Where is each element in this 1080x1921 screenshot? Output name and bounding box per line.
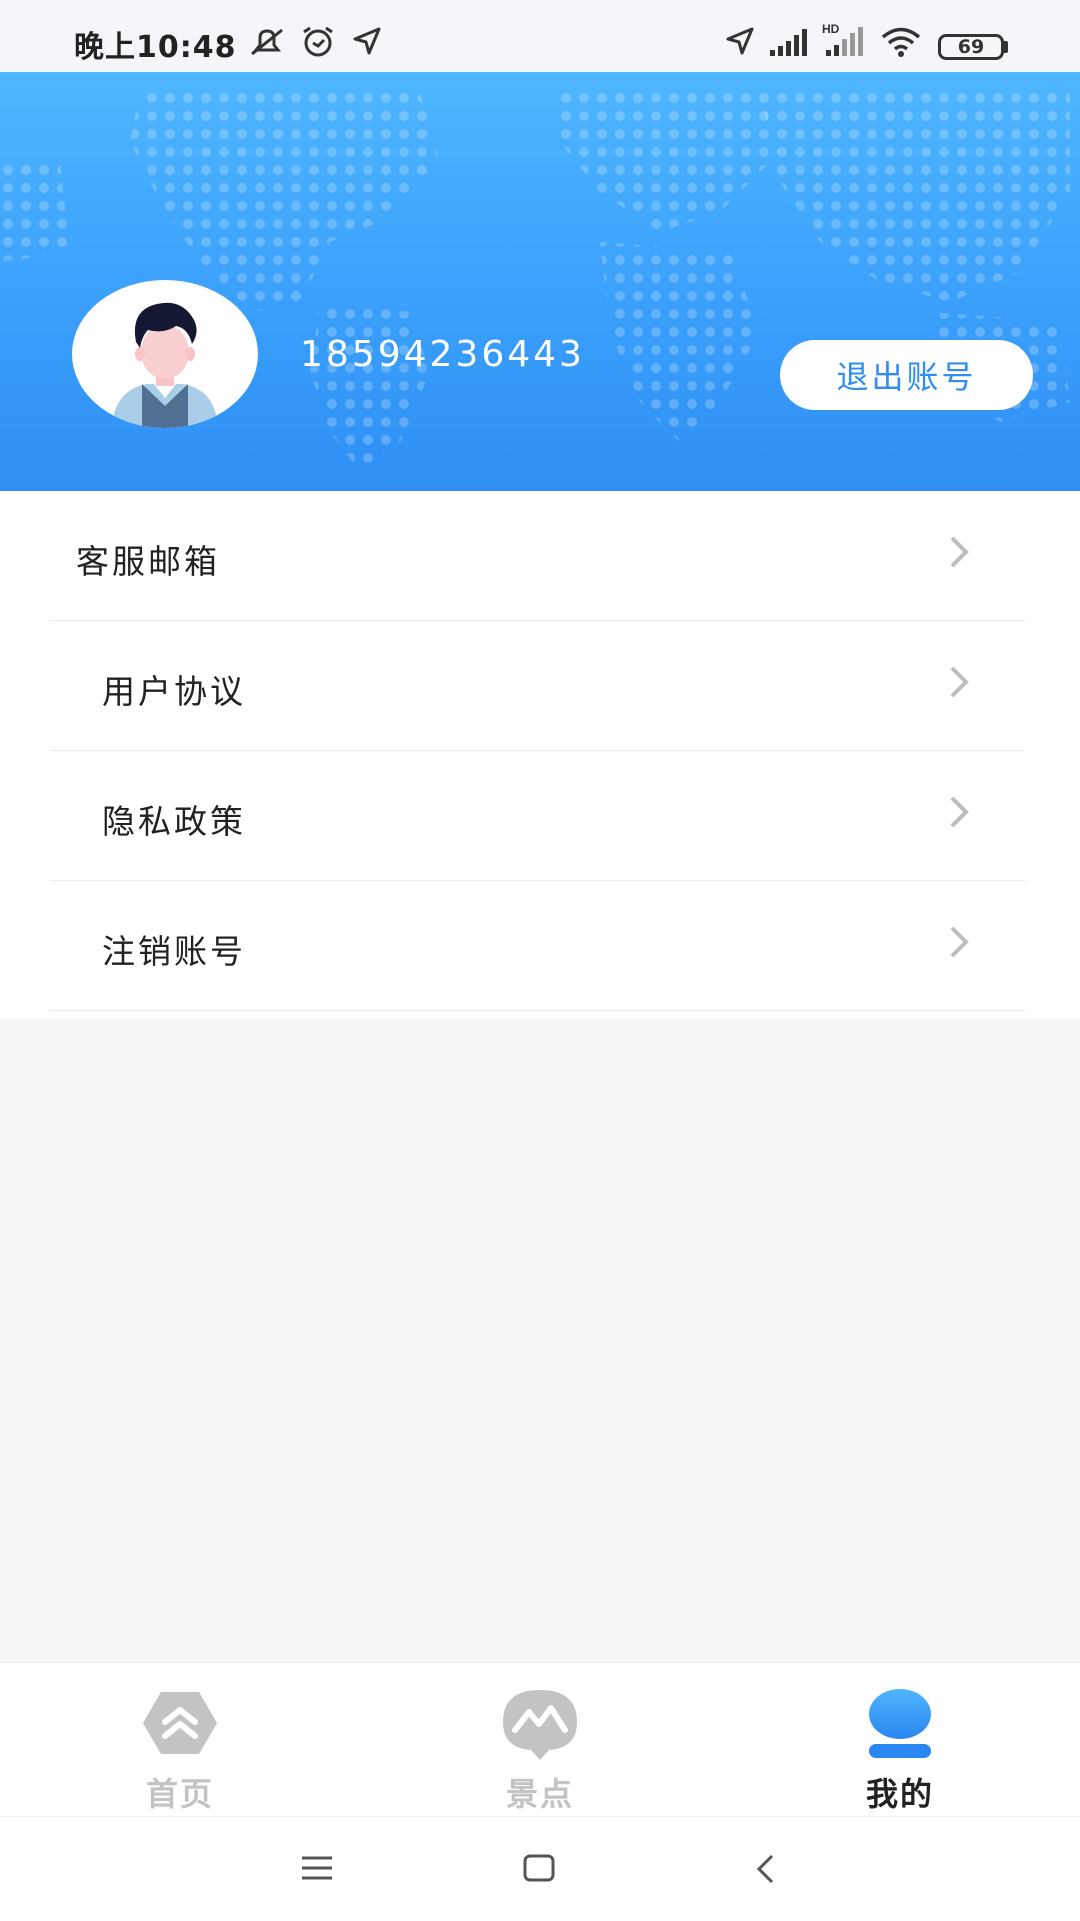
- menu-item-label: 隐私政策: [102, 802, 246, 841]
- chevron-right-icon: [950, 666, 969, 698]
- menu-item-label: 用户协议: [102, 672, 246, 711]
- home-icon: [143, 1692, 217, 1754]
- location-icon: [726, 27, 754, 55]
- alarm-icon: [303, 26, 333, 57]
- status-time: 晚上10:48: [74, 30, 237, 65]
- menu-item-label: 客服邮箱: [76, 542, 220, 581]
- phone-number: 18594236443: [300, 334, 585, 375]
- location-icon: [353, 27, 381, 55]
- menu-item-label: 注销账号: [102, 932, 246, 971]
- tab-label: 我的: [865, 1775, 934, 1813]
- status-bar: 晚上10:48 HD 69: [0, 0, 1080, 72]
- svg-text:HD: HD: [822, 22, 840, 36]
- battery-icon: 69: [938, 34, 1004, 60]
- profile-header: 18594236443 退出账号: [0, 72, 1080, 491]
- tab-home[interactable]: 首页: [80, 1663, 280, 1817]
- menu-list: 客服邮箱 用户协议 隐私政策 注销账号: [0, 491, 1080, 1019]
- logout-button[interactable]: 退出账号: [780, 340, 1033, 410]
- profile-icon: [869, 1689, 931, 1758]
- menu-item-customer-email[interactable]: 客服邮箱: [50, 491, 1025, 621]
- hd-signal-icon: HD: [822, 22, 863, 56]
- signal-icon: [770, 29, 807, 56]
- chevron-right-icon: [950, 926, 969, 958]
- tab-label: 首页: [145, 1775, 214, 1813]
- menu-item-privacy-policy[interactable]: 隐私政策: [50, 751, 1025, 881]
- chevron-right-icon: [950, 796, 969, 828]
- back-icon[interactable]: [754, 1853, 778, 1885]
- tab-profile[interactable]: 我的: [800, 1663, 1000, 1817]
- chevron-right-icon: [950, 536, 969, 568]
- avatar[interactable]: [72, 280, 258, 428]
- menu-icon[interactable]: [300, 1853, 334, 1883]
- home-square-icon[interactable]: [522, 1853, 556, 1883]
- menu-item-user-agreement[interactable]: 用户协议: [50, 621, 1025, 751]
- avatar-illustration: [112, 302, 218, 428]
- system-nav-bar: [0, 1816, 1080, 1921]
- tab-label: 景点: [505, 1775, 574, 1813]
- menu-item-delete-account[interactable]: 注销账号: [50, 881, 1025, 1011]
- bottom-tab-bar: 首页 景点 我的: [0, 1662, 1080, 1817]
- battery-tip: [1004, 41, 1008, 53]
- scenic-icon: [503, 1690, 577, 1760]
- mute-icon: [251, 28, 283, 56]
- wifi-icon: [881, 27, 921, 57]
- tab-scenic[interactable]: 景点: [440, 1663, 640, 1817]
